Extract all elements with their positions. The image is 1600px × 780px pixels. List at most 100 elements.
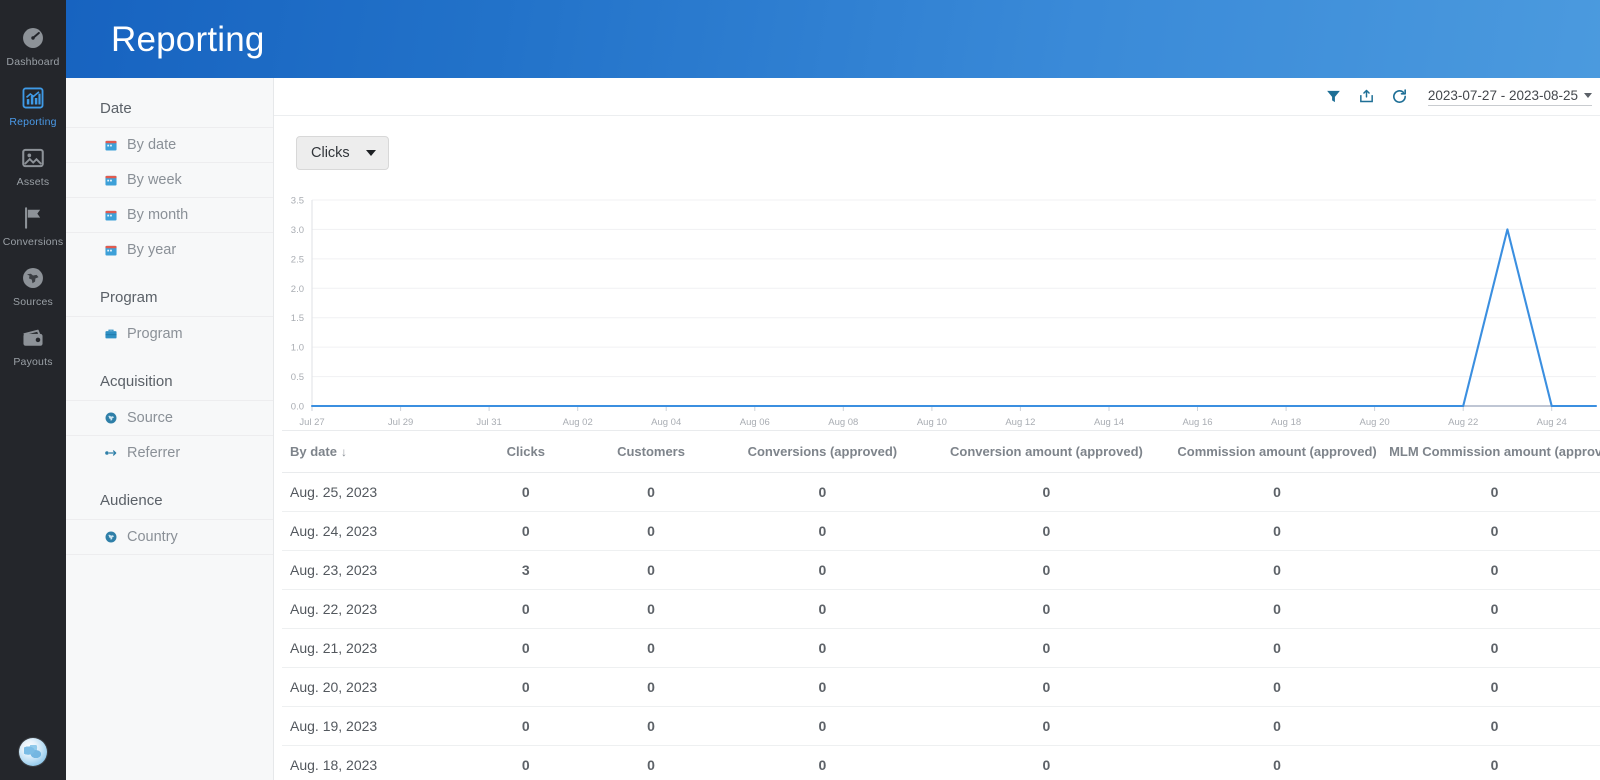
table-cell-conversion-amount: 0 (927, 589, 1166, 629)
subnav-section-title: Program (100, 289, 158, 306)
table-row[interactable]: Aug. 25, 2023 0 0 0 0 0 0 (282, 472, 1600, 512)
table-cell-customers: 0 (585, 745, 717, 780)
table-cell-customers: 0 (585, 511, 717, 551)
subnav-item-label: By month (127, 207, 189, 223)
report-toolbar: 2023-07-27 - 2023-08-25 (274, 78, 1600, 116)
subnav-item-label: Program (127, 326, 183, 342)
subnav-item-label: Referrer (127, 445, 181, 461)
refresh-icon[interactable] (1391, 88, 1408, 105)
table-cell-commission-amount: 0 (1165, 550, 1390, 590)
table-row[interactable]: Aug. 19, 2023 0 0 0 0 0 0 (282, 706, 1600, 746)
table-cell-conversion-amount: 0 (927, 628, 1166, 668)
subnav-section-title: Date (100, 100, 132, 117)
page-header: Reporting (66, 0, 1600, 78)
report-table: By date ↓ Clicks Customers Conversions (a… (282, 430, 1600, 780)
subnav-item-country[interactable]: Country (66, 519, 273, 555)
rail-item-assets[interactable]: Assets (0, 136, 66, 196)
rail-item-dashboard[interactable]: Dashboard (0, 16, 66, 76)
table-header-label: Clicks (506, 444, 545, 459)
table-cell-conversions: 0 (716, 472, 928, 512)
table-cell-clicks: 3 (466, 550, 586, 590)
date-range-picker[interactable]: 2023-07-27 - 2023-08-25 (1427, 88, 1592, 106)
table-cell-customers: 0 (585, 706, 717, 746)
table-cell-mlm-commission-amount: 0 (1389, 472, 1600, 512)
table-cell-clicks: 0 (466, 628, 586, 668)
page-title: Reporting (111, 19, 265, 59)
rail-item-reporting[interactable]: Reporting (0, 76, 66, 136)
rail-item-sources[interactable]: Sources (0, 256, 66, 316)
table-cell-commission-amount: 0 (1165, 706, 1390, 746)
globe-icon (23, 268, 43, 288)
rail-item-conversions[interactable]: Conversions (0, 196, 66, 256)
table-cell-mlm-commission-amount: 0 (1389, 511, 1600, 551)
table-cell-customers: 0 (585, 628, 717, 668)
table-cell-clicks: 0 (466, 472, 586, 512)
table-cell-clicks: 0 (466, 511, 586, 551)
table-cell-conversions: 0 (716, 667, 928, 707)
table-cell-conversion-amount: 0 (927, 667, 1166, 707)
svg-text:Aug 14: Aug 14 (1094, 417, 1124, 428)
table-cell-conversions: 0 (716, 511, 928, 551)
subnav-item-source[interactable]: Source (66, 400, 273, 435)
table-cell-commission-amount: 0 (1165, 472, 1390, 512)
table-row[interactable]: Aug. 21, 2023 0 0 0 0 0 0 (282, 628, 1600, 668)
table-header-label: Commission amount (approved) (1177, 444, 1377, 459)
table-cell-date: Aug. 18, 2023 (282, 745, 467, 780)
subnav-item-label: By week (127, 172, 182, 188)
svg-text:Aug 08: Aug 08 (828, 417, 858, 428)
table-row[interactable]: Aug. 20, 2023 0 0 0 0 0 0 (282, 667, 1600, 707)
avatar[interactable] (19, 738, 47, 766)
svg-text:2.5: 2.5 (291, 254, 304, 265)
table-row[interactable]: Aug. 24, 2023 0 0 0 0 0 0 (282, 511, 1600, 551)
rail-item-payouts[interactable]: Payouts (0, 316, 66, 376)
table-cell-conversions: 0 (716, 628, 928, 668)
table-cell-date: Aug. 19, 2023 (282, 706, 467, 746)
table-cell-customers: 0 (585, 589, 717, 629)
subnav-item-by-year[interactable]: By year (66, 232, 273, 267)
table-header-label: Conversion amount (approved) (949, 444, 1143, 459)
table-cell-clicks: 0 (466, 745, 586, 780)
subnav-item-by-month[interactable]: By month (66, 197, 273, 232)
rail-item-label: Payouts (13, 356, 53, 368)
svg-text:Aug 02: Aug 02 (563, 417, 593, 428)
table-cell-mlm-commission-amount: 0 (1389, 706, 1600, 746)
table-cell-clicks: 0 (466, 667, 586, 707)
svg-text:Jul 29: Jul 29 (388, 417, 413, 428)
table-cell-conversions: 0 (716, 745, 928, 780)
table-cell-date: Aug. 22, 2023 (282, 589, 467, 629)
svg-text:Jul 27: Jul 27 (299, 417, 324, 428)
table-row[interactable]: Aug. 23, 2023 3 0 0 0 0 0 (282, 550, 1600, 590)
metric-selector-bar: Clicks (274, 116, 1600, 170)
table-row[interactable]: Aug. 18, 2023 0 0 0 0 0 0 (282, 745, 1600, 780)
subnav-item-referrer[interactable]: Referrer (66, 435, 273, 470)
table-cell-conversion-amount: 0 (927, 745, 1166, 780)
svg-text:Aug 12: Aug 12 (1005, 417, 1035, 428)
subnav-section-title: Acquisition (100, 373, 173, 390)
report-filters-sidebar: Date By date By week By month By year Pr… (66, 78, 274, 780)
rail-item-label: Conversions (2, 236, 64, 248)
table-cell-conversion-amount: 0 (927, 706, 1166, 746)
calendar-icon (105, 245, 117, 256)
export-icon[interactable] (1358, 88, 1375, 105)
table-cell-commission-amount: 0 (1165, 589, 1390, 629)
subnav-item-program[interactable]: Program (66, 316, 273, 351)
table-header-label: MLM Commission amount (approved) (1389, 444, 1600, 459)
subnav-item-label: By date (127, 137, 177, 153)
globe-icon (105, 531, 117, 543)
table-cell-mlm-commission-amount: 0 (1389, 589, 1600, 629)
table-cell-commission-amount: 0 (1165, 628, 1390, 668)
table-cell-customers: 0 (585, 667, 717, 707)
filter-funnel-icon[interactable] (1325, 88, 1342, 105)
table-cell-customers: 0 (585, 550, 717, 590)
metric-select-button[interactable]: Clicks (296, 136, 389, 170)
table-cell-mlm-commission-amount: 0 (1389, 628, 1600, 668)
subnav-item-by-week[interactable]: By week (66, 162, 273, 197)
svg-text:1.5: 1.5 (291, 313, 304, 324)
svg-text:Aug 10: Aug 10 (917, 417, 947, 428)
subnav-item-by-date[interactable]: By date (66, 127, 273, 162)
clicks-line-chart: 0.0 0.5 1.0 1.5 2.0 2.5 3.0 3.5 Jul 27 Jul 29 Jul … (274, 170, 1600, 430)
table-cell-commission-amount: 0 (1165, 745, 1390, 780)
table-row[interactable]: Aug. 22, 2023 0 0 0 0 0 0 (282, 589, 1600, 629)
table-cell-conversion-amount: 0 (927, 472, 1166, 512)
chevron-down-icon (365, 150, 376, 156)
